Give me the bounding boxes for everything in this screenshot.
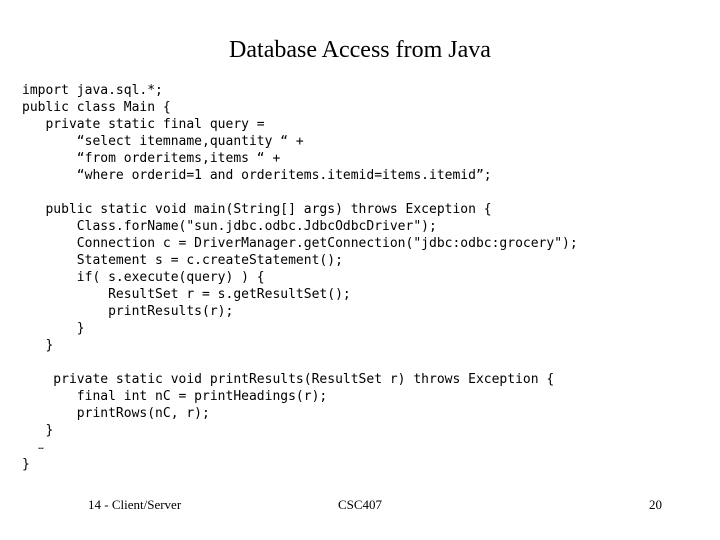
code-line: private static final query =	[22, 117, 265, 132]
code-line: if( s.execute(query) ) {	[22, 270, 265, 285]
code-line: Connection c = DriverManager.getConnecti…	[22, 236, 578, 251]
code-line: }	[22, 423, 54, 438]
code-line: public static void main(String[] args) t…	[22, 202, 492, 217]
code-line: “where orderid=1 and orderitems.itemid=i…	[22, 168, 492, 183]
code-line: ResultSet r = s.getResultSet();	[22, 287, 351, 302]
code-line: }	[22, 338, 54, 353]
code-line: import java.sql.*;	[22, 83, 163, 98]
code-line: public class Main {	[22, 100, 171, 115]
slide-footer: 14 - Client/Server CSC407 20	[0, 494, 720, 516]
code-line: “select itemname,quantity “ +	[22, 134, 304, 149]
code-line: private static void printResults(ResultS…	[22, 372, 555, 387]
code-block: import java.sql.*; public class Main { pr…	[22, 82, 702, 473]
presentation-slide: Database Access from Java import java.sq…	[0, 0, 720, 540]
code-line: final int nC = printHeadings(r);	[22, 389, 328, 404]
code-line: printResults(r);	[22, 304, 234, 319]
page-title: Database Access from Java	[229, 37, 491, 63]
footer-page-number: 20	[649, 497, 662, 512]
code-line: “from orderitems,items “ +	[22, 151, 281, 166]
code-line: Class.forName("sun.jdbc.odbc.JdbcOdbcDri…	[22, 219, 437, 234]
footer-course-label: CSC407	[337, 497, 383, 512]
code-line: Statement s = c.createStatement();	[22, 253, 343, 268]
code-line: }	[22, 457, 30, 472]
code-line: …	[22, 442, 44, 452]
code-line: }	[22, 321, 85, 336]
code-line: printRows(nC, r);	[22, 406, 210, 421]
